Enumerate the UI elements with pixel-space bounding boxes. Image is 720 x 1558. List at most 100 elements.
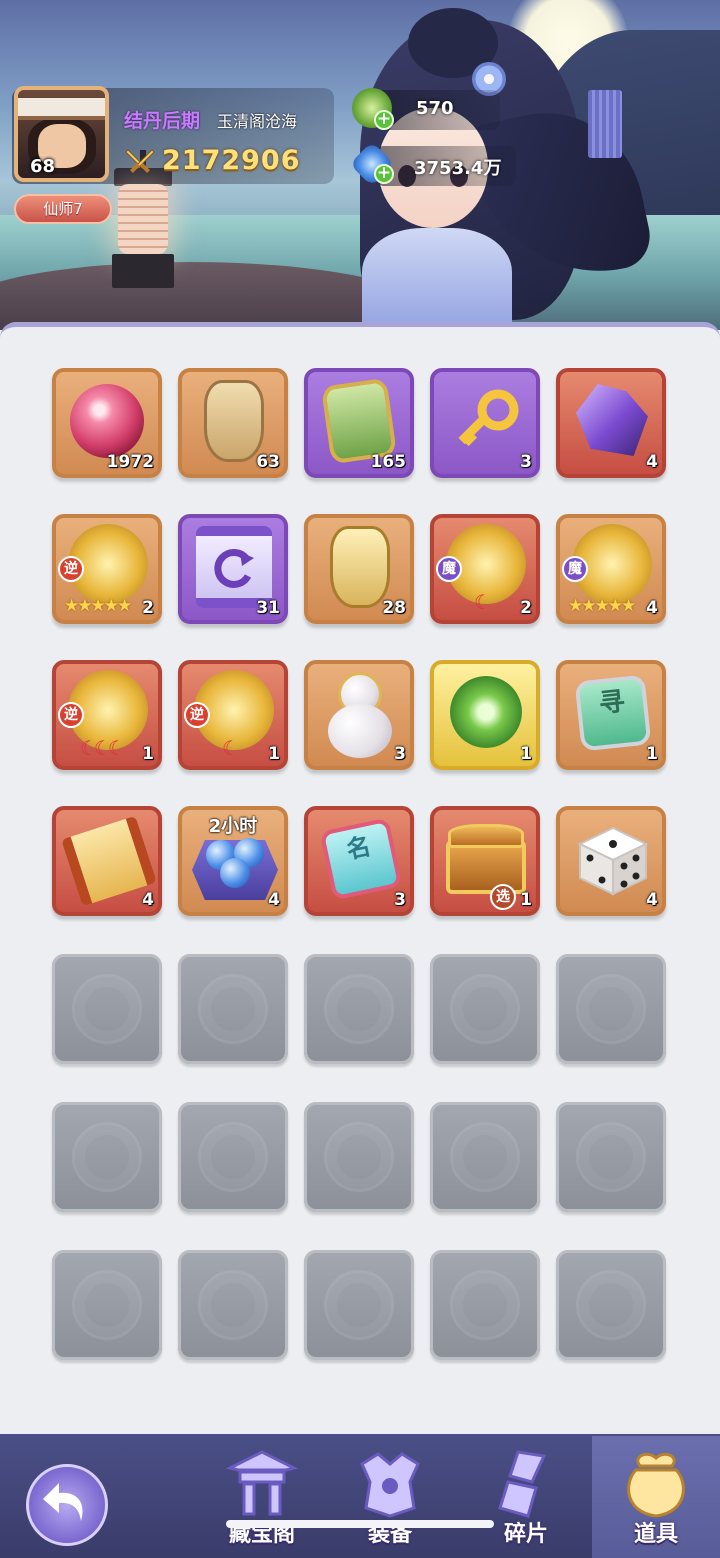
armor-icon (360, 1452, 420, 1518)
item-count: 1 (520, 890, 532, 910)
empty-slot (304, 954, 414, 1064)
reverse-tag: 逆 (58, 556, 84, 582)
inventory-slot[interactable]: 魔 ☾ 2 (430, 514, 540, 624)
inventory-slot[interactable]: 逆 ☾☾☾ 1 (52, 660, 162, 770)
item-count: 1972 (106, 452, 154, 472)
inventory-slot[interactable]: 31 (178, 514, 288, 624)
item-count: 1 (268, 744, 280, 764)
item-count: 3 (394, 744, 406, 764)
item-count: 1 (520, 744, 532, 764)
inventory-slot[interactable]: 3 (430, 368, 540, 478)
empty-slot (178, 1102, 288, 1212)
explore-token-gold-icon (330, 526, 390, 608)
choice-tag: 选 (490, 884, 516, 910)
empty-slot (178, 954, 288, 1064)
empty-slot (178, 1250, 288, 1360)
inventory-slot[interactable]: 2小时 4 (178, 806, 288, 916)
seek-tag-icon: 寻 (574, 674, 652, 752)
empty-slot (430, 1102, 540, 1212)
inventory-slot[interactable]: 28 (304, 514, 414, 624)
demon-tag: 魔 (562, 556, 588, 582)
inventory-slot[interactable]: 1972 (52, 368, 162, 478)
empty-slot (556, 1102, 666, 1212)
crossed-swords-icon (125, 149, 155, 173)
star-rating: ★★★★★ (568, 596, 636, 616)
inventory-slot[interactable]: 1 (430, 660, 540, 770)
inventory-slot[interactable]: 寻 1 (556, 660, 666, 770)
cultivation-realm: 结丹后期 (124, 110, 201, 132)
empty-slot (430, 1250, 540, 1360)
combat-power: 2172906 (162, 145, 301, 176)
inventory-slot[interactable]: 3 (304, 660, 414, 770)
tab-label: 道具 (633, 1522, 678, 1547)
tab-items[interactable]: 道具 (592, 1436, 720, 1558)
tab-treasure-pavilion[interactable]: 藏宝阁 (198, 1436, 326, 1558)
title-badge[interactable]: 仙师7 (14, 194, 112, 224)
inventory-slot[interactable]: 4 (556, 806, 666, 916)
item-count: 2 (520, 598, 532, 618)
item-count: 63 (256, 452, 280, 472)
item-count: 4 (646, 890, 658, 910)
red-pearl-icon (70, 384, 144, 458)
item-count: 4 (646, 452, 658, 472)
star-rating: ★★★★★ (64, 596, 132, 616)
inventory-slot[interactable]: 魔 ★★★★★ 4 (556, 514, 666, 624)
inventory-slot[interactable]: 选 1 (430, 806, 540, 916)
item-count: 3 (394, 890, 406, 910)
inventory-slot[interactable]: 4 (52, 806, 162, 916)
item-count: 1 (142, 744, 154, 764)
dice-icon (577, 826, 649, 896)
tab-equipment[interactable]: 装备 (326, 1436, 454, 1558)
empty-slot (304, 1250, 414, 1360)
empty-slot (52, 1250, 162, 1360)
back-button[interactable] (26, 1464, 108, 1546)
explore-token-icon (204, 380, 264, 462)
golden-key-icon (458, 389, 519, 447)
item-count: 165 (370, 452, 407, 472)
reverse-tag: 逆 (184, 702, 210, 728)
reset-arrow-icon (214, 548, 254, 588)
inventory-slot[interactable]: 165 (304, 368, 414, 478)
tab-shards[interactable]: 碎片 (462, 1436, 590, 1558)
moon-rating: ☾☾☾ (80, 736, 126, 760)
moon-rating: ☾ (474, 590, 492, 614)
empty-slot (304, 1102, 414, 1212)
add-crystal-button[interactable]: + (374, 164, 394, 184)
item-count: 4 (268, 890, 280, 910)
crystal-amount: 3753.4万 (414, 158, 502, 179)
inventory-slot[interactable]: 4 (556, 368, 666, 478)
bag-icon (627, 1452, 685, 1518)
item-count: 3 (520, 452, 532, 472)
empty-slot (556, 1250, 666, 1360)
item-count: 4 (646, 598, 658, 618)
empty-slot (556, 954, 666, 1064)
inventory-slot[interactable]: 逆 ★★★★★ 2 (52, 514, 162, 624)
item-count: 2 (142, 598, 154, 618)
inventory-slot[interactable]: 63 (178, 368, 288, 478)
inventory-slot[interactable]: 逆 ☾ 1 (178, 660, 288, 770)
empty-slot (52, 954, 162, 1064)
hair-tassel (588, 90, 622, 158)
add-jade-button[interactable]: + (374, 110, 394, 130)
shards-icon (498, 1450, 547, 1518)
back-arrow-icon (43, 1483, 83, 1521)
treasure-chest-icon (446, 840, 526, 894)
pavilion-icon (225, 1450, 299, 1516)
item-count: 1 (646, 744, 658, 764)
name-card-icon: 名 (319, 817, 403, 901)
reverse-tag: 逆 (58, 702, 84, 728)
guild-name: 玉清阁沧海 (217, 112, 298, 131)
empty-slot (430, 954, 540, 1064)
demon-tag: 魔 (436, 556, 462, 582)
item-count: 31 (256, 598, 280, 618)
home-indicator (226, 1520, 494, 1528)
crystal-ore-icon (576, 384, 648, 456)
duration-label: 2小时 (208, 816, 258, 837)
item-count: 28 (382, 598, 406, 618)
inventory-slot[interactable]: 名 3 (304, 806, 414, 916)
item-count: 4 (142, 890, 154, 910)
empty-slot (52, 1102, 162, 1212)
leaf-emblem-icon (450, 676, 522, 748)
moon-rating: ☾ (222, 736, 240, 760)
jade-amount: 570 (416, 98, 454, 119)
